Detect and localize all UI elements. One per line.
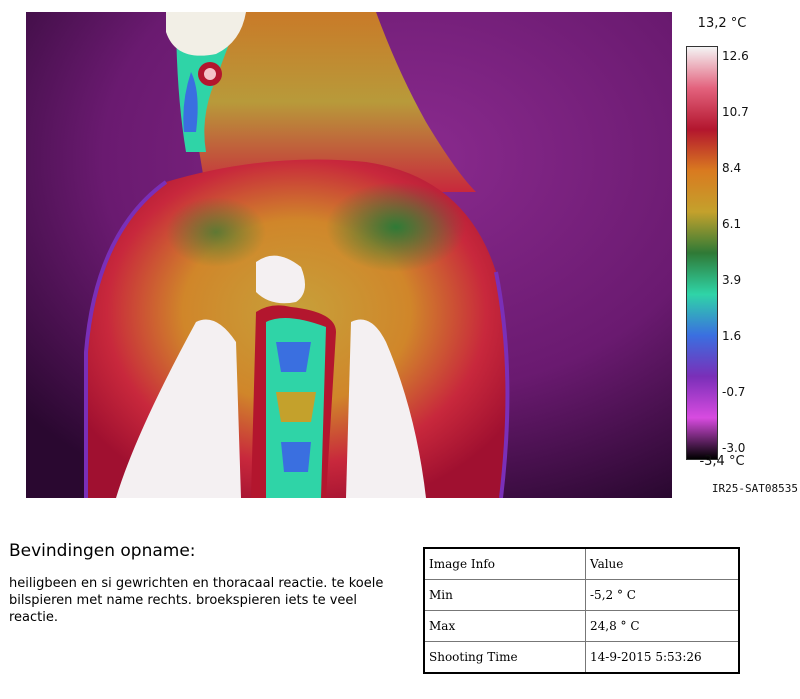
table-row: Shooting Time 14-9-2015 5:53:26 [423, 641, 740, 674]
scale-tick-label: 10.7 [722, 105, 749, 119]
scale-tick-label: 8.4 [722, 161, 742, 175]
scale-gradient-bar [686, 46, 718, 460]
image-info-table: Image Info Value Min -5,2 ° C Max 24,8 °… [423, 547, 740, 674]
thermal-image [26, 12, 672, 498]
row-label: Min [423, 579, 586, 611]
findings-title: Bevindingen opname: [9, 541, 196, 561]
row-label: Shooting Time [423, 641, 586, 674]
table-row: Max 24,8 ° C [423, 610, 740, 642]
color-scale: 13,2 °C 12.6 10.7 8.4 6.1 3.9 1.6 -0.7 -3.0 -3,… [672, 12, 800, 498]
scale-tick-label: 6.1 [722, 217, 742, 231]
scale-tick-label: 3.9 [722, 273, 742, 287]
header-value: Value [585, 547, 740, 580]
header-image-info: Image Info [423, 547, 586, 580]
row-value: 24,8 ° C [585, 610, 740, 642]
findings-section: Bevindingen opname: heiligbeen en si gew… [9, 541, 409, 626]
scale-max-label: 13,2 °C [697, 16, 747, 31]
camera-id: IR25-SAT08535 [711, 482, 798, 495]
table-header-row: Image Info Value [423, 547, 740, 580]
row-value: 14-9-2015 5:53:26 [585, 641, 740, 674]
findings-text: heiligbeen en si gewrichten en thoracaal… [9, 576, 384, 625]
scale-tick-label: -0.7 [722, 385, 746, 399]
row-label: Max [423, 610, 586, 642]
table-row: Min -5,2 ° C [423, 579, 740, 611]
scale-min-label: -3,4 °C [699, 454, 745, 469]
row-value: -5,2 ° C [585, 579, 740, 611]
scale-tick-label: 1.6 [722, 329, 742, 343]
scale-tick-label: 12.6 [722, 49, 749, 63]
